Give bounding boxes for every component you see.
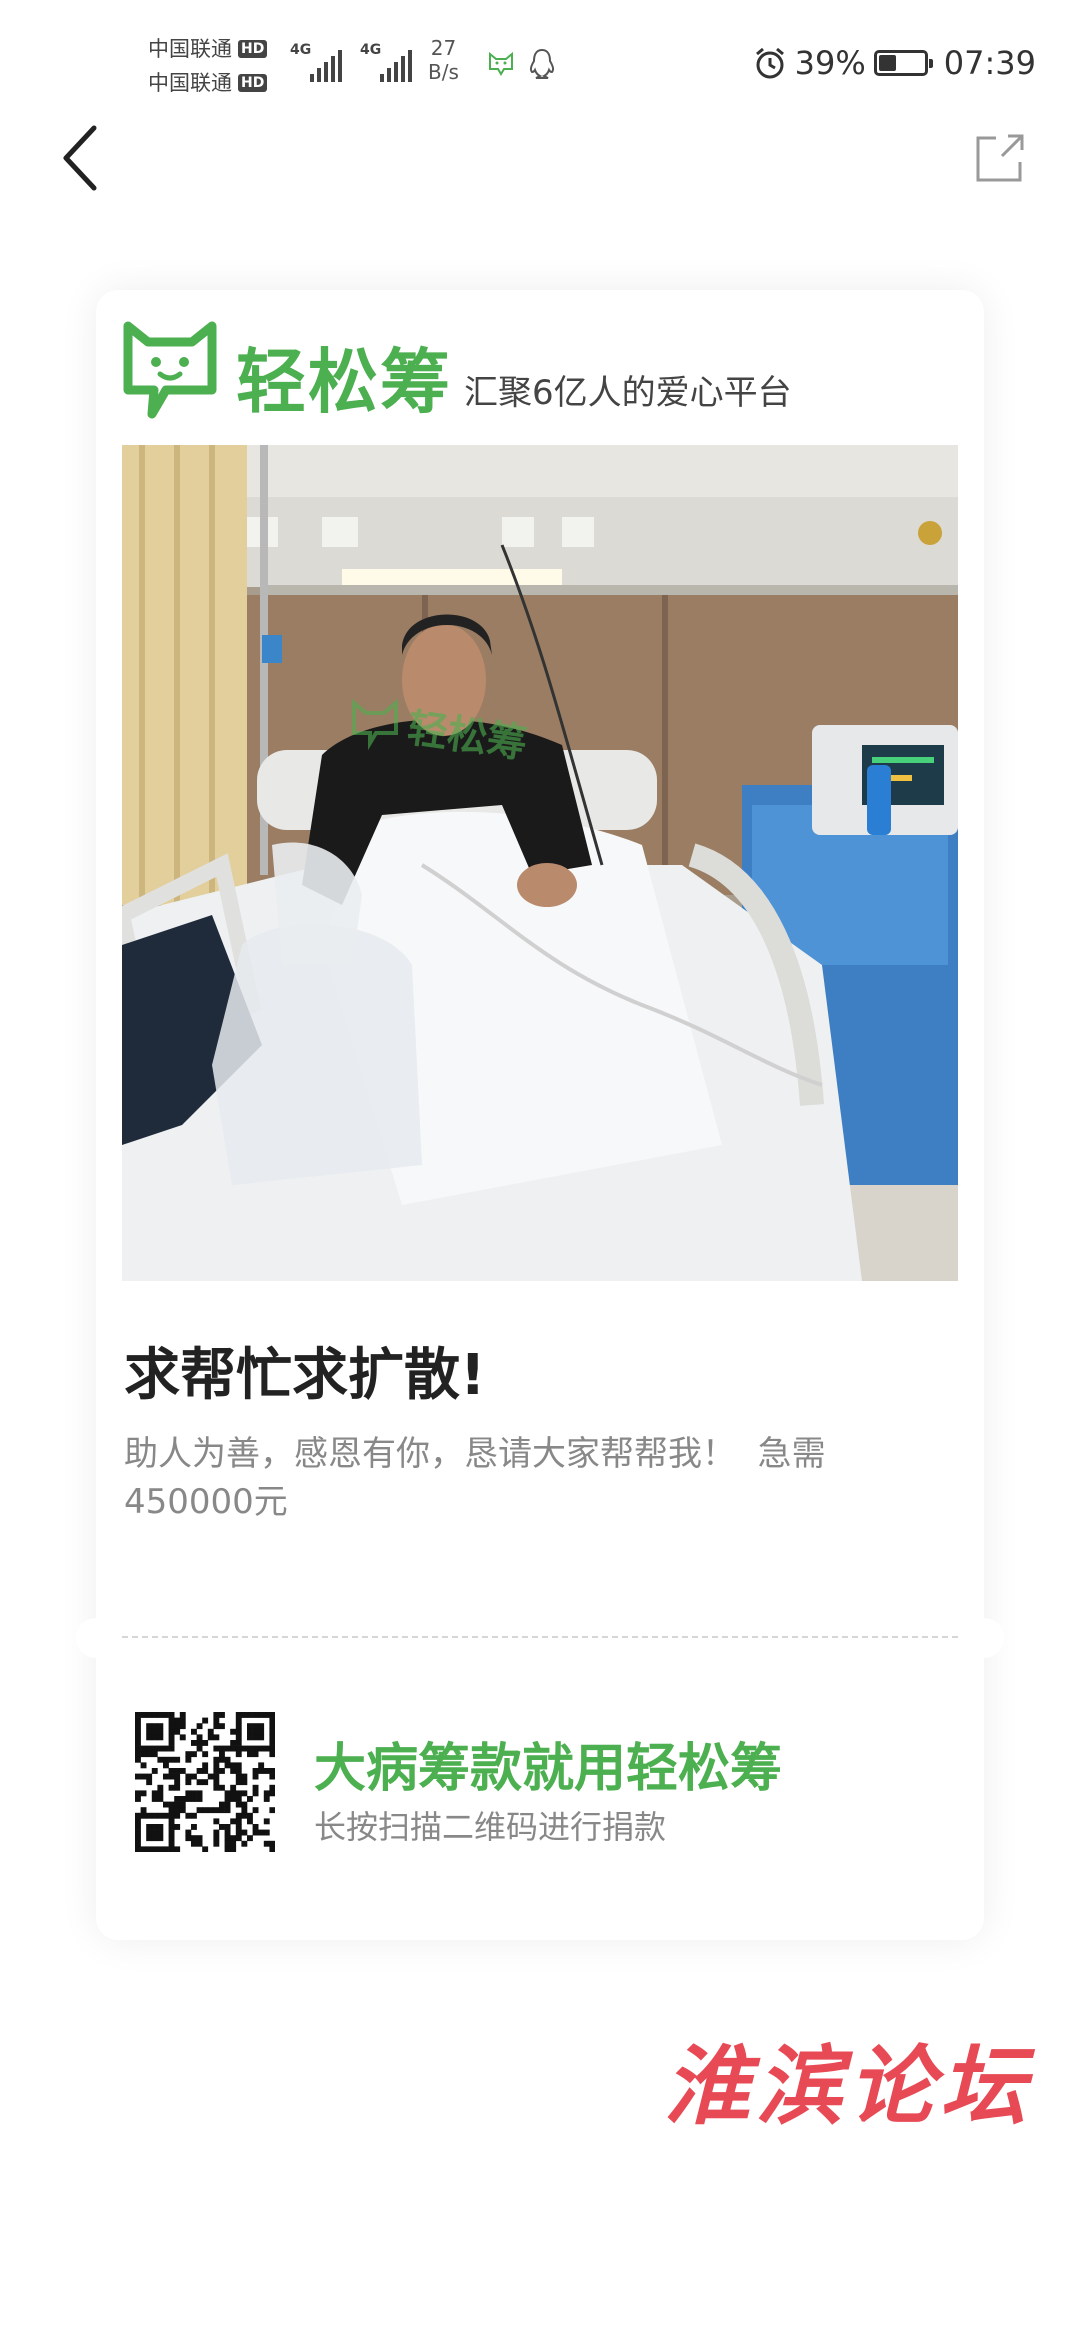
signal-strength-icon-1: 4G: [290, 40, 342, 82]
status-bar: 中国联通 HD 中国联通 HD 4G 4G 27 B/s 39% 07:39: [0, 0, 1080, 120]
network-speed: 27 B/s: [428, 36, 459, 84]
network-speed-unit: B/s: [428, 60, 459, 84]
cat-chat-logo-icon: [123, 321, 217, 419]
card-notch-left: [76, 1618, 116, 1658]
donation-qr-code[interactable]: [135, 1712, 276, 1853]
battery-icon: [873, 50, 933, 76]
card-divider: [122, 1636, 958, 1638]
clock: 07:39: [943, 44, 1036, 82]
brand-slogan: 汇聚6亿人的爱心平台: [464, 373, 792, 413]
carrier-info: 中国联通 HD 中国联通 HD: [148, 32, 268, 100]
share-icon: [976, 134, 1024, 182]
qq-penguin-icon: [529, 48, 555, 79]
brand-header: 轻松筹 汇聚6亿人的爱心平台: [122, 318, 792, 422]
post-description: 助人为善，感恩有你，恳请大家帮帮我！ 急需450000元: [124, 1434, 826, 1522]
carrier-name-1: 中国联通: [148, 37, 232, 61]
alarm-icon: [755, 47, 784, 79]
back-button[interactable]: [50, 118, 110, 198]
chevron-left-icon: [63, 125, 97, 191]
cat-app-icon: [489, 52, 513, 76]
hd-badge-1: HD: [238, 40, 268, 58]
brand-name: 轻松筹: [236, 341, 452, 423]
signal-group: 4G 4G: [290, 40, 412, 82]
card-notch-right: [964, 1618, 1004, 1658]
post-title: 求帮忙求扩散!: [124, 1343, 486, 1408]
forum-watermark: 淮滨论坛: [664, 2036, 1032, 2137]
network-type-2: 4G: [360, 42, 382, 58]
network-speed-value: 27: [430, 36, 457, 60]
cta-title: 大病筹款就用轻松筹: [314, 1739, 783, 1799]
carrier-name-2: 中国联通: [148, 71, 232, 95]
battery-percent: 39%: [794, 44, 866, 82]
share-button[interactable]: [970, 128, 1030, 188]
status-right: 39% 07:39: [753, 44, 1036, 82]
cta-subtitle: 长按扫描二维码进行捐款: [314, 1808, 667, 1846]
hd-badge-2: HD: [238, 74, 268, 92]
network-type-1: 4G: [290, 42, 312, 58]
signal-strength-icon-2: 4G: [360, 40, 412, 82]
patient-photo: 轻松筹: [122, 445, 958, 1281]
